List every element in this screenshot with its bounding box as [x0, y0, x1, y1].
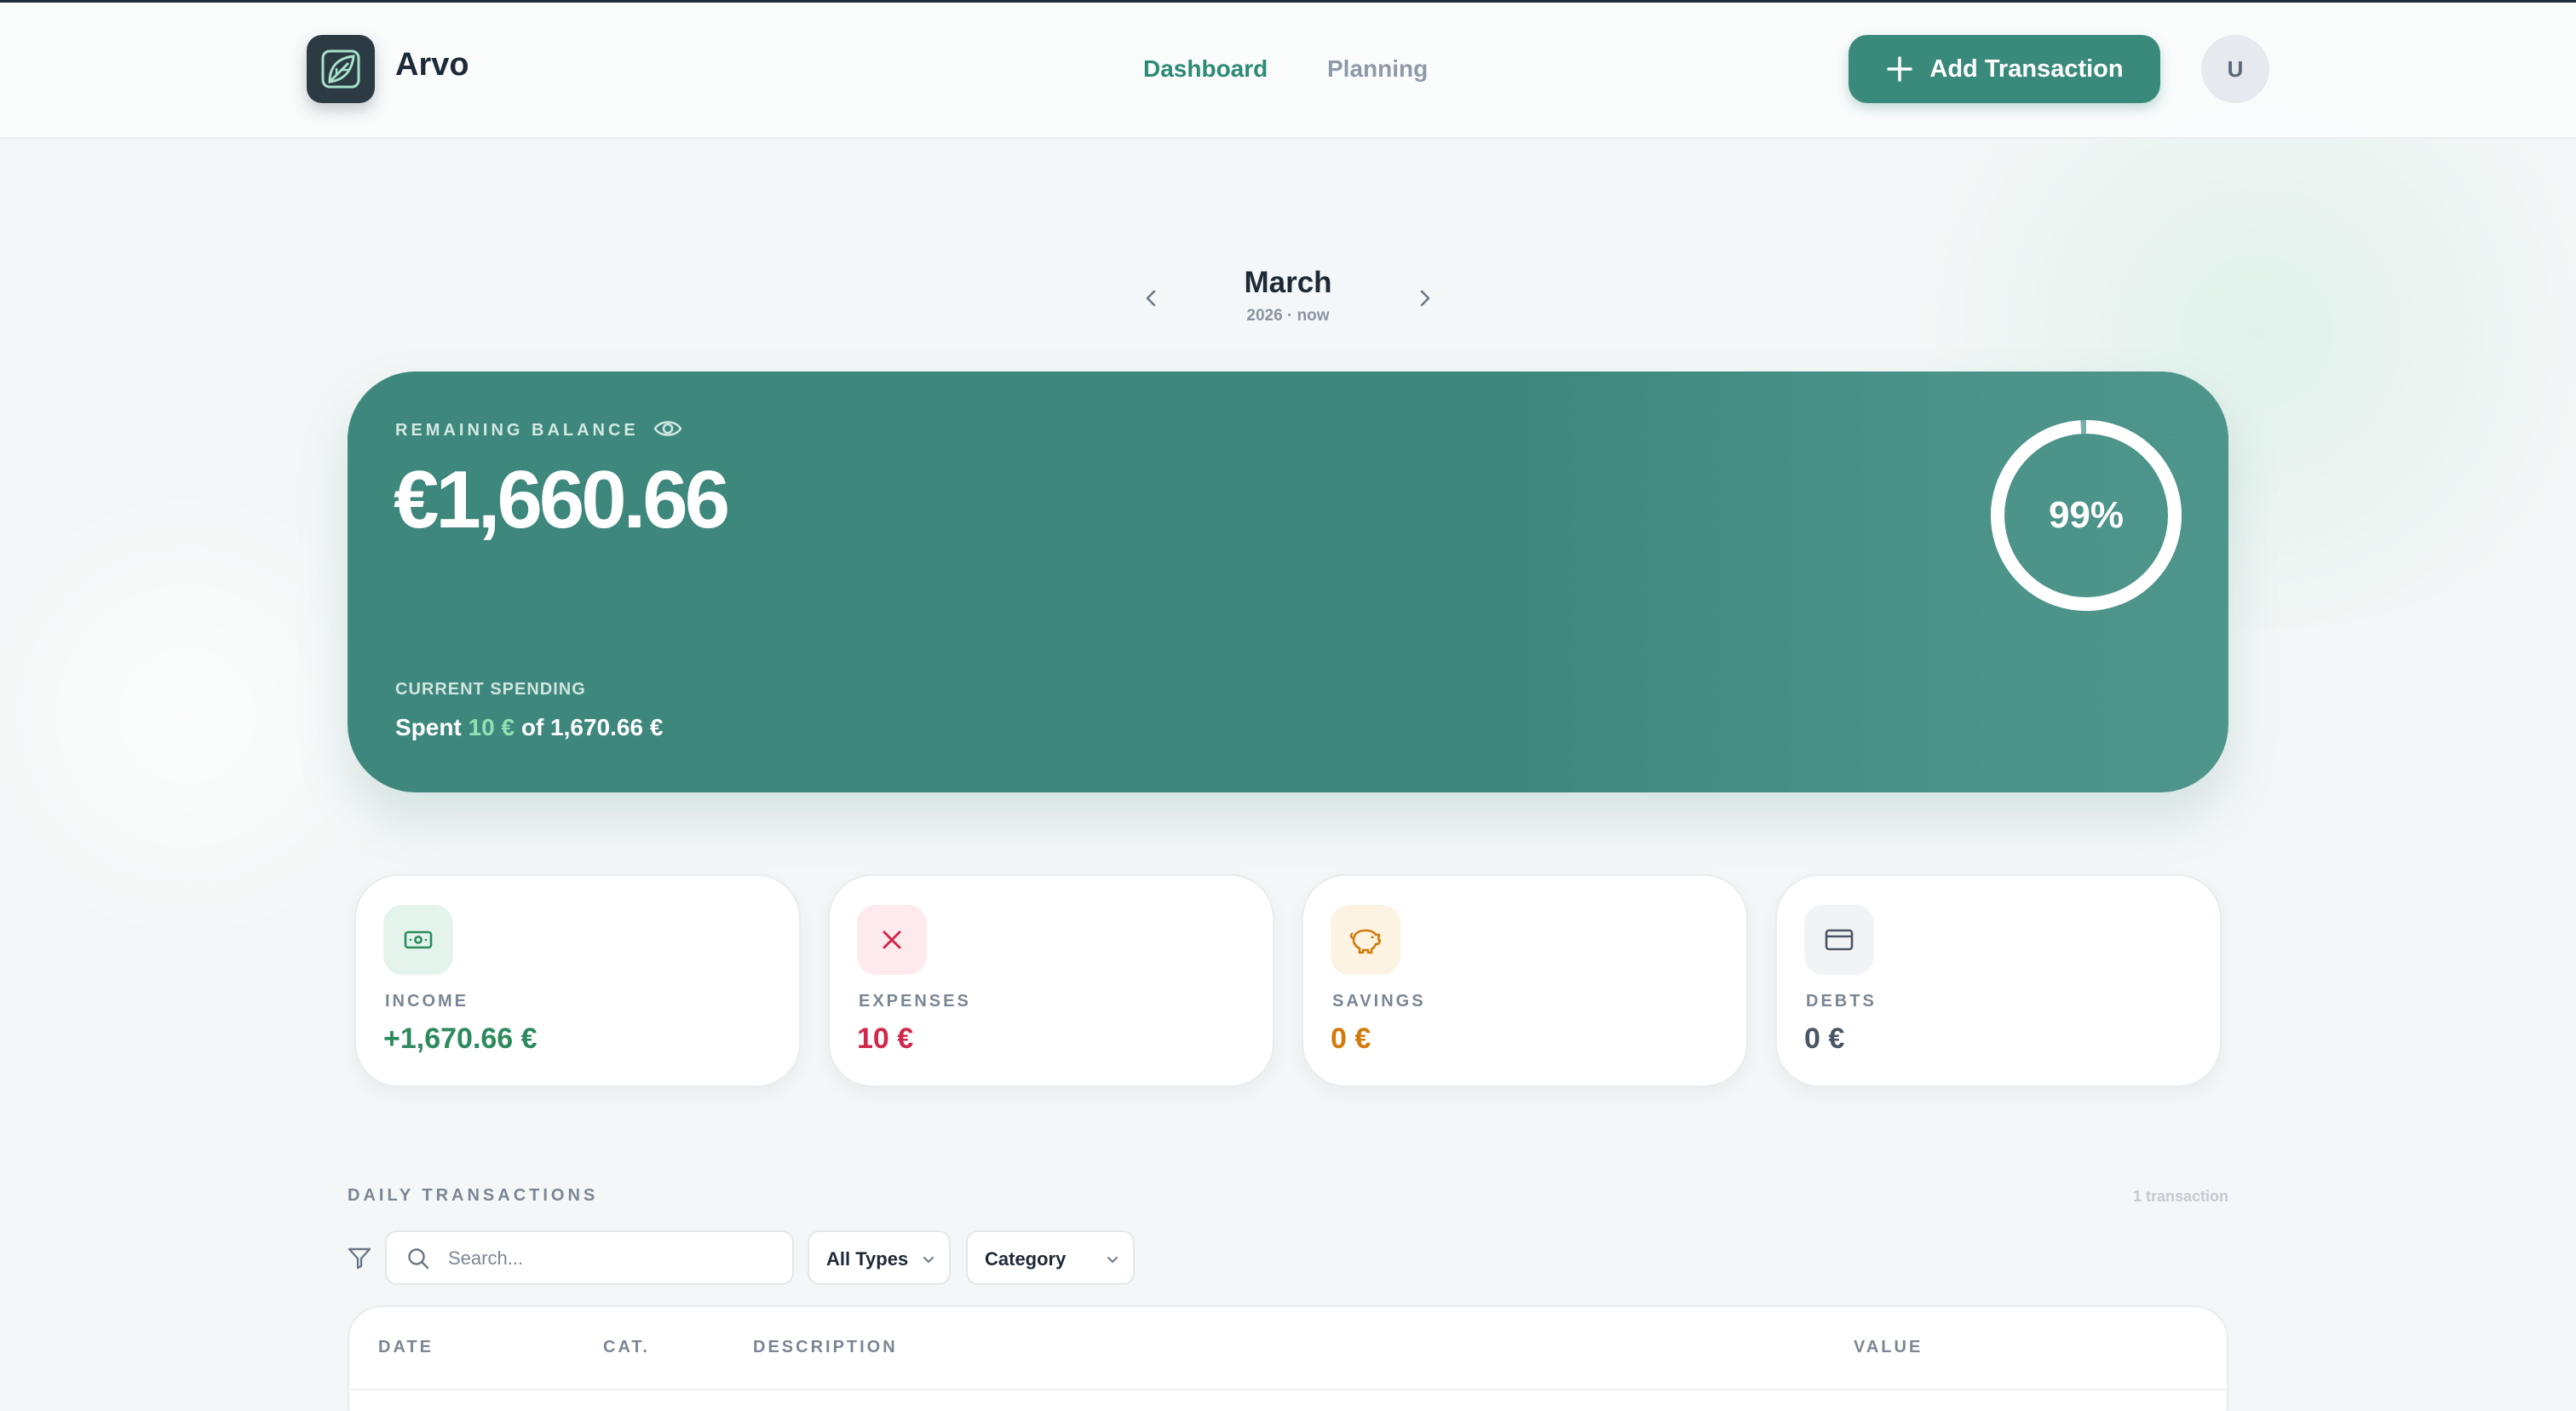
- debts-value: 0 €: [1804, 1022, 1845, 1055]
- transactions-table: DATE CAT. DESCRIPTION VALUE: [348, 1305, 2230, 1411]
- expenses-label: EXPENSES: [859, 992, 971, 1011]
- filter-icon[interactable]: [346, 1244, 373, 1271]
- chevron-down-icon: [923, 1257, 934, 1263]
- column-header-description[interactable]: DESCRIPTION: [753, 1338, 898, 1357]
- debts-icon-badge: [1804, 905, 1874, 975]
- column-header-date[interactable]: DATE: [378, 1338, 434, 1357]
- chevron-right-icon: [1420, 290, 1430, 307]
- savings-icon-badge: [1331, 905, 1400, 975]
- transaction-count: 1 transaction: [2132, 1188, 2228, 1205]
- debts-label: DEBTS: [1806, 992, 1877, 1011]
- income-icon-badge: [383, 905, 453, 975]
- credit-card-icon: [1825, 929, 1854, 951]
- user-avatar[interactable]: U: [2201, 35, 2269, 103]
- expenses-card[interactable]: EXPENSES 10 €: [828, 874, 1274, 1087]
- column-header-value[interactable]: VALUE: [1854, 1338, 1923, 1357]
- table-header-divider: [349, 1389, 2230, 1391]
- current-spending-label: CURRENT SPENDING: [395, 680, 586, 699]
- column-header-category[interactable]: CAT.: [603, 1338, 650, 1357]
- expenses-icon-badge: [857, 905, 927, 975]
- spent-value: 10 €: [468, 714, 515, 740]
- top-navbar: Arvo Dashboard Planning Add Transaction …: [0, 3, 2576, 139]
- remaining-balance-label: REMAINING BALANCE: [395, 421, 639, 440]
- type-filter-dropdown[interactable]: All Types: [808, 1230, 951, 1285]
- search-field[interactable]: [385, 1230, 794, 1285]
- remaining-balance-card: REMAINING BALANCE €1,660.66 CURRENT SPEN…: [348, 371, 2228, 792]
- nav-planning[interactable]: Planning: [1327, 55, 1428, 83]
- savings-label: SAVINGS: [1332, 992, 1426, 1011]
- next-month-button[interactable]: [1407, 281, 1441, 315]
- income-label: INCOME: [385, 992, 469, 1011]
- chevron-left-icon: [1146, 290, 1156, 307]
- current-spending-summary: Spent 10 € of 1,670.66 €: [395, 714, 663, 741]
- app-logo[interactable]: [307, 35, 375, 103]
- month-subtitle: 2026 · now: [1246, 307, 1330, 325]
- income-card[interactable]: INCOME +1,670.66 €: [354, 874, 801, 1087]
- type-filter-value: All Types: [826, 1248, 909, 1270]
- debts-card[interactable]: DEBTS 0 €: [1775, 874, 2222, 1087]
- eye-icon[interactable]: [653, 416, 683, 441]
- spent-suffix: of 1,670.66 €: [520, 714, 664, 740]
- month-title: March: [1244, 266, 1332, 299]
- chevron-down-icon: [1107, 1257, 1118, 1263]
- category-filter-value: Category: [985, 1248, 1067, 1270]
- leaf-logo-icon: [321, 49, 360, 89]
- add-transaction-button[interactable]: Add Transaction: [1849, 35, 2160, 103]
- nav-dashboard[interactable]: Dashboard: [1143, 55, 1268, 83]
- balance-percent: 99%: [2048, 494, 2125, 536]
- previous-month-button[interactable]: [1135, 281, 1169, 315]
- cash-icon: [404, 930, 433, 949]
- plus-icon: [1887, 56, 1913, 82]
- search-icon: [408, 1248, 429, 1270]
- search-input[interactable]: [448, 1242, 780, 1275]
- close-x-icon: [883, 930, 901, 949]
- savings-card[interactable]: SAVINGS 0 €: [1302, 874, 1748, 1087]
- savings-value: 0 €: [1331, 1022, 1371, 1055]
- expenses-value: 10 €: [857, 1022, 914, 1055]
- piggy-bank-icon: [1349, 929, 1382, 954]
- income-value: +1,670.66 €: [383, 1022, 538, 1055]
- spent-prefix: Spent: [395, 714, 462, 740]
- remaining-balance-amount: €1,660.66: [394, 454, 730, 545]
- add-transaction-label: Add Transaction: [1929, 55, 2124, 83]
- daily-transactions-heading: DAILY TRANSACTIONS: [348, 1186, 599, 1205]
- category-filter-dropdown[interactable]: Category: [966, 1230, 1135, 1285]
- app-name: Arvo: [395, 47, 469, 83]
